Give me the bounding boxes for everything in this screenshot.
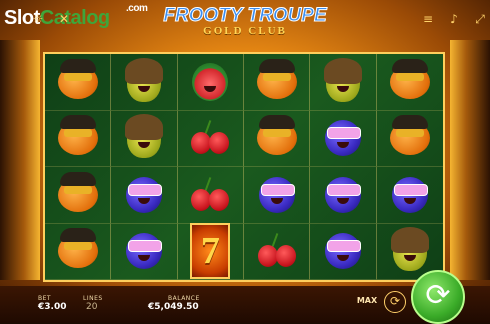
- reel-cell: [376, 167, 443, 224]
- reel-cell: [244, 167, 311, 224]
- orange-symbol: [57, 228, 98, 269]
- plum-symbol: [324, 120, 361, 157]
- game-title: FROOTY TROUPE GOLD CLUB: [160, 5, 330, 37]
- reel-cell: [244, 223, 311, 280]
- lines-value: 20: [86, 302, 98, 312]
- watermelon-symbol: [192, 62, 229, 101]
- bulb-icon[interactable]: ☼: [30, 12, 46, 26]
- reel-cell: [45, 54, 112, 111]
- autoplay-button[interactable]: ⟳: [384, 291, 406, 313]
- plum-symbol: [125, 233, 162, 270]
- orange-symbol: [389, 58, 430, 99]
- cherry-symbol: [191, 120, 230, 156]
- reel-cell: [111, 167, 178, 224]
- pear-symbol: [323, 57, 362, 102]
- plum-symbol: [125, 176, 162, 213]
- pear-symbol: [124, 57, 163, 102]
- reel-cell: [177, 110, 244, 167]
- spin-button[interactable]: ⟳: [411, 270, 465, 324]
- reel-cell: [111, 223, 178, 280]
- top-left-icons: ☼ ✕: [30, 12, 72, 26]
- sound-icon[interactable]: ♪: [446, 12, 462, 26]
- menu-icon[interactable]: ≡: [420, 12, 436, 26]
- lines-label: LINES: [83, 295, 103, 302]
- game-title-line2: GOLD CLUB: [203, 25, 287, 37]
- reel-cell: [45, 110, 112, 167]
- reel-cell: [45, 167, 112, 224]
- bet-label: BET: [38, 295, 52, 302]
- bet-value[interactable]: €3.00: [38, 302, 66, 312]
- reel-cell: [244, 54, 311, 111]
- orange-symbol: [57, 115, 98, 156]
- seven-symbol: 7: [190, 223, 231, 280]
- reel-cell: [310, 110, 377, 167]
- orange-symbol: [389, 115, 430, 156]
- plum-symbol: [324, 176, 361, 213]
- orange-symbol: [256, 115, 297, 156]
- left-decoration: [0, 40, 40, 280]
- reel-cell: [177, 167, 244, 224]
- right-decoration: [450, 40, 490, 280]
- watermark-suffix: .com: [126, 3, 148, 14]
- pear-symbol: [390, 227, 429, 272]
- orange-symbol: [57, 171, 98, 212]
- game-frame: SlotCatalog .com ☼ ✕ FROOTY TROUPE GOLD …: [0, 0, 490, 324]
- top-right-icons: ≡ ♪ ⤢: [420, 12, 488, 26]
- orange-symbol: [57, 58, 98, 99]
- game-title-line1: FROOTY TROUPE: [163, 5, 327, 26]
- plum-symbol: [391, 176, 428, 213]
- reel-cell: [177, 54, 244, 111]
- balance-value: €5,049.50: [148, 302, 199, 312]
- reel-cell: [244, 110, 311, 167]
- close-icon[interactable]: ✕: [56, 12, 72, 26]
- reel-grid: 7: [43, 52, 445, 282]
- orange-symbol: [256, 58, 297, 99]
- plum-symbol: [258, 176, 295, 213]
- cherry-symbol: [257, 233, 296, 269]
- cherry-symbol: [191, 176, 230, 213]
- reel-cell: [310, 54, 377, 111]
- reel-cell: [310, 223, 377, 280]
- balance-label: BALANCE: [168, 295, 200, 302]
- reel-cell: [111, 110, 178, 167]
- reel-cell: [111, 54, 178, 111]
- reel-cell: [310, 167, 377, 224]
- fullscreen-icon[interactable]: ⤢: [472, 12, 488, 26]
- reel-cell: [376, 111, 443, 167]
- reel-cell: 7: [177, 223, 244, 280]
- plum-symbol: [324, 233, 361, 270]
- pear-symbol: [124, 114, 163, 159]
- reel-cell: [45, 223, 112, 280]
- reel-cell: [376, 54, 443, 111]
- max-bet-button[interactable]: MAX: [355, 292, 379, 310]
